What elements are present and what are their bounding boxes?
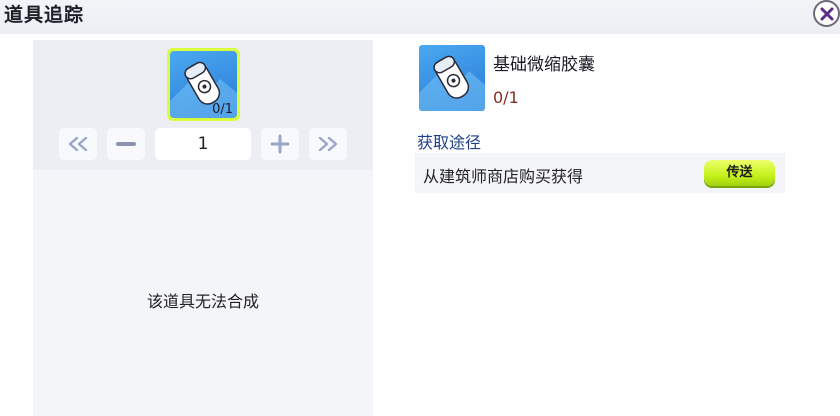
detail-capsule-icon	[419, 45, 485, 111]
close-button[interactable]	[813, 0, 840, 27]
teleport-button[interactable]: 传送	[704, 160, 775, 186]
slot-count: 0/1	[212, 102, 233, 117]
plus-icon	[270, 134, 290, 154]
decrease-button[interactable]	[107, 128, 145, 160]
max-quantity-button[interactable]	[309, 128, 347, 160]
item-slot[interactable]: 0/1	[167, 48, 240, 121]
item-owned-count: 0/1	[493, 88, 519, 107]
capsule-item-icon: 0/1	[170, 51, 237, 118]
source-row: 从建筑师商店购买获得 传送	[415, 153, 785, 193]
craft-panel: 0/1 1 该道具无法合成	[33, 40, 373, 416]
double-chevron-right-icon	[318, 137, 338, 151]
double-chevron-left-icon	[68, 137, 88, 151]
item-name: 基础微缩胶囊	[493, 55, 595, 75]
minus-icon	[116, 142, 136, 146]
source-heading: 获取途径	[417, 133, 482, 152]
quantity-field[interactable]: 1	[155, 128, 251, 160]
source-text: 从建筑师商店购买获得	[423, 167, 584, 186]
window-title: 道具追踪	[4, 4, 85, 26]
cannot-craft-message: 该道具无法合成	[146, 292, 259, 311]
min-quantity-button[interactable]	[59, 128, 97, 160]
title-bar	[0, 0, 840, 34]
close-icon	[820, 7, 833, 20]
increase-button[interactable]	[261, 128, 299, 160]
